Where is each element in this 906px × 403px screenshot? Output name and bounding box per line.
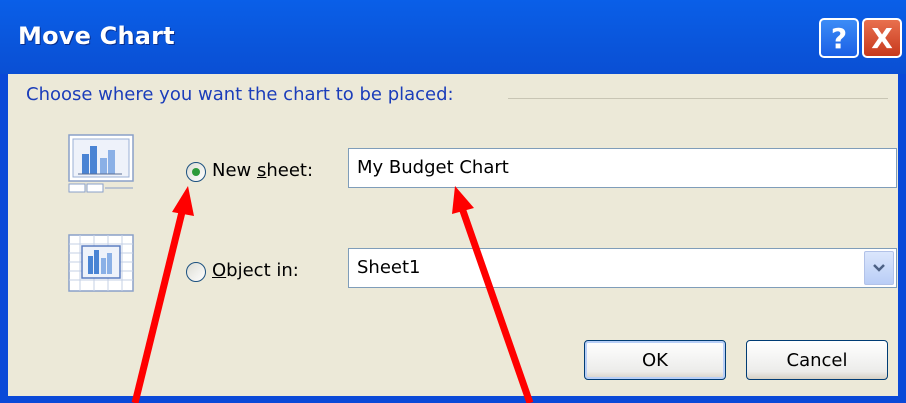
radio-selected-dot xyxy=(192,168,200,176)
object-in-radio[interactable] xyxy=(186,262,206,282)
new-sheet-radio[interactable] xyxy=(186,162,206,182)
dropdown-arrow-button[interactable] xyxy=(864,251,894,285)
dialog-title: Move Chart xyxy=(18,22,175,50)
dialog-body: Choose where you want the chart to be pl… xyxy=(8,74,898,396)
new-sheet-accelerator: s xyxy=(256,160,267,181)
object-in-label-suffix: bject in: xyxy=(226,260,299,281)
close-button[interactable]: X xyxy=(862,18,902,58)
group-label: Choose where you want the chart to be pl… xyxy=(26,84,464,105)
new-sheet-chart-icon xyxy=(68,134,134,193)
object-in-label[interactable]: Object in: xyxy=(212,260,299,281)
object-in-selected-value: Sheet1 xyxy=(357,257,421,278)
ok-button[interactable]: OK xyxy=(584,340,726,380)
new-sheet-name-input[interactable]: My Budget Chart xyxy=(348,148,897,188)
new-sheet-label[interactable]: New sheet: xyxy=(212,160,313,181)
group-divider xyxy=(508,98,888,99)
title-bar[interactable]: Move Chart ? X xyxy=(0,0,906,74)
new-sheet-label-prefix: New xyxy=(212,160,257,181)
object-in-sheet-icon xyxy=(68,234,134,292)
chevron-down-icon xyxy=(873,264,885,272)
move-chart-dialog: Move Chart ? X Choose where you want the… xyxy=(0,0,906,403)
help-button[interactable]: ? xyxy=(819,18,859,58)
new-sheet-label-suffix: heet: xyxy=(266,160,314,181)
object-in-select[interactable]: Sheet1 xyxy=(348,248,897,288)
cancel-button[interactable]: Cancel xyxy=(746,340,888,380)
object-in-accelerator: O xyxy=(212,260,227,281)
